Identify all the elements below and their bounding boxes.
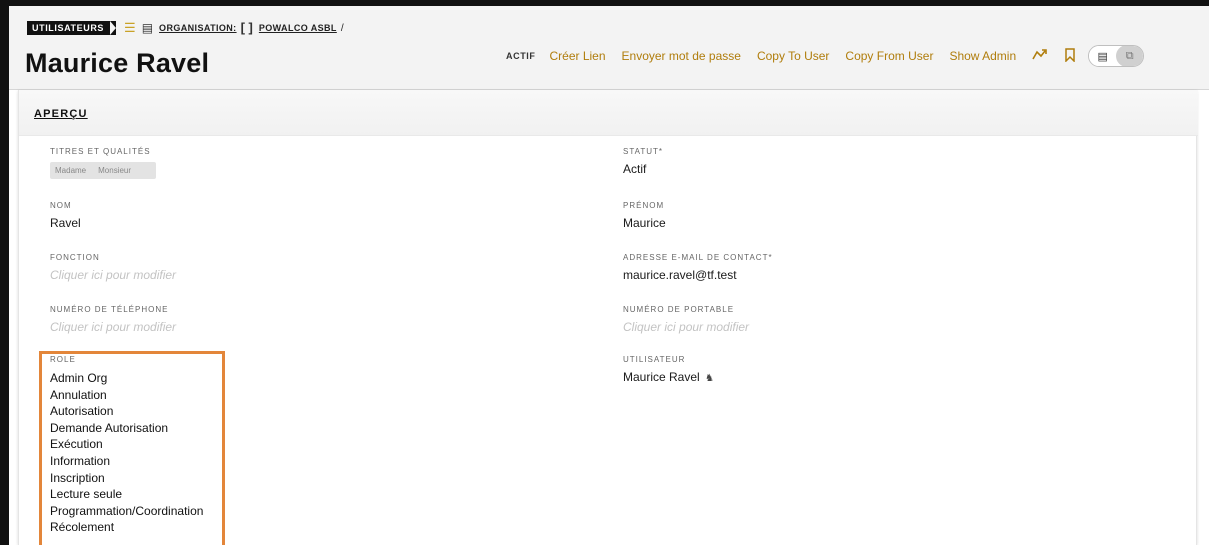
utilisateur-name[interactable]: Maurice Ravel bbox=[623, 370, 700, 384]
highlight-box bbox=[39, 351, 225, 545]
bookmark-icon[interactable] bbox=[1064, 48, 1076, 64]
share-icon[interactable] bbox=[1032, 49, 1048, 63]
page-title: Maurice Ravel bbox=[25, 48, 210, 78]
copy-from-user-button[interactable]: Copy From User bbox=[845, 49, 933, 63]
breadcrumb-tag-arrow bbox=[110, 21, 117, 35]
breadcrumb-organisation-label[interactable]: ORGANISATION: bbox=[159, 23, 237, 33]
single-view-icon[interactable]: ▤ bbox=[1089, 46, 1117, 66]
copy-to-user-button[interactable]: Copy To User bbox=[757, 49, 829, 63]
page-header: UTILISATEURS ☰ ▤ ORGANISATION: [ ] POWAL… bbox=[9, 6, 1209, 90]
chip-madame[interactable]: Madame bbox=[50, 162, 91, 179]
field-label: NUMÉRO DE TÉLÉPHONE bbox=[50, 305, 169, 314]
portable-input[interactable]: Cliquer ici pour modifier bbox=[623, 320, 749, 334]
field-label: NOM bbox=[50, 201, 72, 210]
fonction-input[interactable]: Cliquer ici pour modifier bbox=[50, 268, 176, 282]
field-statut: STATUT* Actif bbox=[623, 147, 663, 176]
statut-value[interactable]: Actif bbox=[623, 162, 663, 176]
breadcrumb-separator: / bbox=[340, 22, 344, 34]
field-label: PRÉNOM bbox=[623, 201, 665, 210]
field-label: ADRESSE E-MAIL DE CONTACT* bbox=[623, 253, 773, 262]
view-toggle[interactable]: ▤ ⧉ bbox=[1088, 45, 1145, 67]
document-icon: ▤ bbox=[141, 21, 154, 35]
chip-monsieur[interactable]: Monsieur bbox=[93, 162, 136, 179]
show-admin-button[interactable]: Show Admin bbox=[949, 49, 1016, 63]
multi-view-icon[interactable]: ⧉ bbox=[1116, 46, 1144, 66]
list-icon[interactable]: ☰ bbox=[124, 21, 136, 35]
field-fonction: FONCTION Cliquer ici pour modifier bbox=[50, 253, 176, 282]
action-bar: ACTIF Créer Lien Envoyer mot de passe Co… bbox=[506, 44, 1145, 68]
email-value[interactable]: maurice.ravel@tf.test bbox=[623, 268, 773, 282]
field-label: UTILISATEUR bbox=[623, 355, 686, 364]
prenom-value[interactable]: Maurice bbox=[623, 216, 666, 230]
panel-header: APERÇU bbox=[19, 90, 1198, 136]
window-left-border bbox=[0, 0, 9, 545]
field-email: ADRESSE E-MAIL DE CONTACT* maurice.ravel… bbox=[623, 253, 773, 282]
status-badge: ACTIF bbox=[506, 51, 536, 61]
field-prenom: PRÉNOM Maurice bbox=[623, 201, 666, 230]
field-portable: NUMÉRO DE PORTABLE Cliquer ici pour modi… bbox=[623, 305, 749, 334]
envoyer-mot-de-passe-button[interactable]: Envoyer mot de passe bbox=[622, 49, 741, 63]
nom-value[interactable]: Ravel bbox=[50, 216, 81, 230]
breadcrumb-organisation-name[interactable]: POWALCO ASBL bbox=[259, 23, 337, 33]
creer-lien-button[interactable]: Créer Lien bbox=[550, 49, 606, 63]
title-options: Madame Monsieur bbox=[50, 162, 156, 179]
field-titres: TITRES ET QUALITÉS Madame Monsieur bbox=[50, 147, 156, 179]
field-label: STATUT* bbox=[623, 147, 664, 156]
field-utilisateur: UTILISATEUR Maurice Ravel ♞ bbox=[623, 355, 714, 386]
field-label: NUMÉRO DE PORTABLE bbox=[623, 305, 735, 314]
field-telephone: NUMÉRO DE TÉLÉPHONE Cliquer ici pour mod… bbox=[50, 305, 176, 334]
field-label: TITRES ET QUALITÉS bbox=[50, 147, 151, 156]
field-label: FONCTION bbox=[50, 253, 100, 262]
breadcrumb-tag-utilisateurs[interactable]: UTILISATEURS bbox=[27, 21, 111, 35]
bracket-icon: [ ] bbox=[240, 20, 253, 35]
user-icon: ♞ bbox=[705, 373, 715, 384]
breadcrumb: UTILISATEURS ☰ ▤ ORGANISATION: [ ] POWAL… bbox=[27, 20, 348, 36]
telephone-input[interactable]: Cliquer ici pour modifier bbox=[50, 320, 176, 334]
utilisateur-value[interactable]: Maurice Ravel ♞ bbox=[623, 370, 714, 386]
section-title[interactable]: APERÇU bbox=[34, 108, 88, 120]
field-nom: NOM Ravel bbox=[50, 201, 81, 230]
